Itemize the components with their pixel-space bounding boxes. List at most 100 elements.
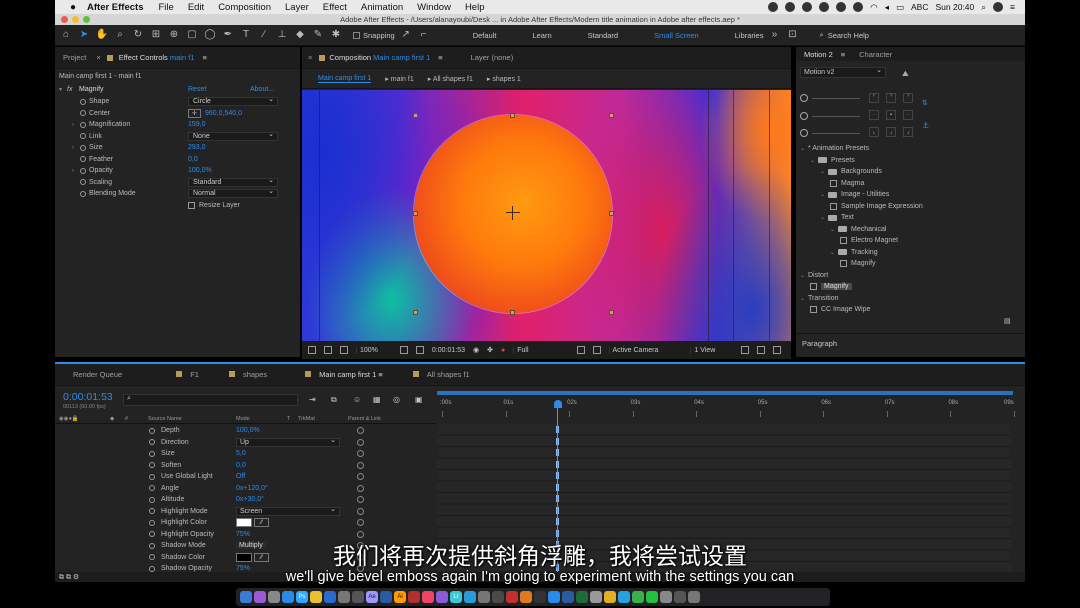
- presets-tree-item[interactable]: ⌄ * Animation Presets: [800, 143, 869, 155]
- shy-icon[interactable]: ☺: [353, 395, 361, 404]
- stopwatch-icon[interactable]: [80, 167, 86, 174]
- app-icon[interactable]: [604, 591, 616, 603]
- layer-handle[interactable]: [413, 113, 418, 118]
- view-layout-select[interactable]: 1 View: [690, 346, 733, 354]
- camera-tool-icon[interactable]: ⊞: [149, 28, 163, 42]
- stopwatch-icon[interactable]: [80, 98, 86, 105]
- stopwatch-icon[interactable]: [149, 439, 155, 446]
- time-ruler[interactable]: :00s 01s 02s 03s 04s 05s 06s 07s 08s 09s: [435, 391, 1017, 421]
- about-button[interactable]: About...: [250, 86, 274, 93]
- link-icon[interactable]: ⇅: [922, 99, 928, 107]
- mail-icon[interactable]: [324, 591, 336, 603]
- property-value[interactable]: 293,0: [188, 144, 206, 151]
- anchor-t-icon[interactable]: ⌝: [886, 93, 896, 103]
- breadcrumb-item[interactable]: ▸ All shapes f1: [428, 75, 473, 83]
- close-window-icon[interactable]: [61, 16, 68, 23]
- workspace-standard[interactable]: Standard: [588, 31, 618, 40]
- snapping-checkbox[interactable]: [353, 31, 360, 39]
- twirl-icon[interactable]: ›: [72, 145, 74, 151]
- grid-icon[interactable]: [340, 346, 348, 354]
- slider-track[interactable]: [812, 115, 860, 117]
- word-icon[interactable]: [562, 591, 574, 603]
- fx-icon[interactable]: fx: [67, 86, 72, 93]
- timeline-tab[interactable]: Main camp first 1 ≡: [301, 370, 397, 379]
- close-tab-icon[interactable]: ×: [302, 53, 315, 62]
- system-preferences-icon[interactable]: [478, 591, 490, 603]
- property-dropdown[interactable]: Circle: [188, 96, 278, 107]
- siri-icon[interactable]: [254, 591, 266, 603]
- slider-track[interactable]: [812, 97, 860, 99]
- minimize-window-icon[interactable]: [72, 16, 79, 23]
- close-tab-icon[interactable]: ×: [94, 53, 102, 62]
- workspace-overflow-icon[interactable]: »: [767, 28, 781, 42]
- roi-icon[interactable]: [399, 346, 408, 354]
- timeline-current-time[interactable]: 0:00:01:53: [63, 391, 113, 403]
- pick-whip-icon[interactable]: [357, 484, 364, 492]
- timeline-tab[interactable]: Render Queue: [55, 370, 136, 379]
- sync-icon[interactable]: ⊡: [785, 28, 799, 42]
- disclosure-icon[interactable]: ⌄: [820, 168, 828, 175]
- layer-handle[interactable]: [510, 310, 515, 315]
- pick-whip-icon[interactable]: [357, 427, 364, 435]
- type-tool-icon[interactable]: T: [239, 28, 253, 42]
- property-value[interactable]: 100,0%: [236, 427, 260, 434]
- podcasts-icon[interactable]: [436, 591, 448, 603]
- acrobat-icon[interactable]: [408, 591, 420, 603]
- pick-whip-icon[interactable]: [357, 473, 364, 481]
- illustrator-icon[interactable]: Ai: [394, 591, 406, 603]
- mask-tool-icon[interactable]: ▢: [185, 28, 199, 42]
- property-dropdown[interactable]: Normal: [188, 188, 278, 199]
- disclosure-icon[interactable]: ⌄: [800, 272, 808, 279]
- property-value[interactable]: 0,0: [236, 462, 246, 469]
- lightroom-icon[interactable]: Lr: [450, 591, 462, 603]
- clock[interactable]: Sun 20:40: [936, 2, 975, 12]
- stopwatch-icon[interactable]: [149, 473, 155, 480]
- lock-icon[interactable]: [319, 54, 326, 61]
- zoom-tool-icon[interactable]: ⌕: [113, 28, 127, 42]
- excel-icon[interactable]: [576, 591, 588, 603]
- tab-motion[interactable]: Motion 2: [796, 50, 841, 59]
- status-app-icon[interactable]: [768, 2, 779, 12]
- pen-tool-icon[interactable]: ✒: [221, 28, 235, 42]
- comp-mini-flowchart-icon[interactable]: ⇥: [309, 395, 316, 404]
- status-app-icon[interactable]: [802, 2, 813, 12]
- presets-tree-item[interactable]: Magnify: [840, 258, 876, 270]
- workspace-default[interactable]: Default: [473, 31, 497, 40]
- layer-handle[interactable]: [609, 113, 614, 118]
- status-app-icon[interactable]: [836, 2, 847, 12]
- panel-menu-icon[interactable]: ≡: [203, 53, 207, 62]
- stopwatch-icon[interactable]: [80, 110, 86, 117]
- app-icon[interactable]: [660, 591, 672, 603]
- input-source[interactable]: ABC: [911, 2, 928, 12]
- menu-window[interactable]: Window: [410, 2, 458, 13]
- stopwatch-icon[interactable]: [149, 427, 155, 434]
- eraser-tool-icon[interactable]: ◆: [293, 28, 307, 42]
- battery-icon[interactable]: ▭: [896, 2, 904, 13]
- flowchart-icon[interactable]: [757, 346, 766, 354]
- whatsapp-icon[interactable]: [646, 591, 658, 603]
- search-help[interactable]: ⌕ Search Help: [819, 30, 868, 40]
- hand-tool-icon[interactable]: ✋: [95, 28, 109, 42]
- property-dropdown[interactable]: Screen: [236, 506, 340, 516]
- pan-behind-tool-icon[interactable]: ⊕: [167, 28, 181, 42]
- wifi-icon[interactable]: ◠: [870, 2, 877, 13]
- col-mode[interactable]: Mode: [236, 416, 250, 422]
- stopwatch-icon[interactable]: [149, 519, 155, 526]
- presets-tree-item[interactable]: ⌄ Backgrounds: [820, 166, 882, 178]
- presets-tree-item[interactable]: Magma: [830, 178, 864, 190]
- frame-blending-icon[interactable]: ▦: [373, 395, 381, 404]
- motion-slider[interactable]: [800, 111, 920, 121]
- show-channel-icon[interactable]: ✤: [487, 346, 493, 354]
- search-help-input[interactable]: Search Help: [828, 31, 869, 40]
- snap-options-icon[interactable]: ↗: [399, 28, 413, 42]
- apple-menu-icon[interactable]: ●: [65, 2, 81, 13]
- breadcrumb-item[interactable]: Main camp first 1: [318, 75, 372, 83]
- presets-tree-item[interactable]: ⌄ Image - Utilities: [820, 189, 889, 201]
- telegram-icon[interactable]: [618, 591, 630, 603]
- user-avatar-icon[interactable]: [993, 2, 1004, 12]
- tab-project[interactable]: Project: [55, 53, 94, 62]
- slider-knob[interactable]: [800, 112, 808, 120]
- app-icon[interactable]: [632, 591, 644, 603]
- zoom-select[interactable]: 100%: [356, 346, 392, 354]
- app-menu[interactable]: After Effects: [81, 2, 152, 13]
